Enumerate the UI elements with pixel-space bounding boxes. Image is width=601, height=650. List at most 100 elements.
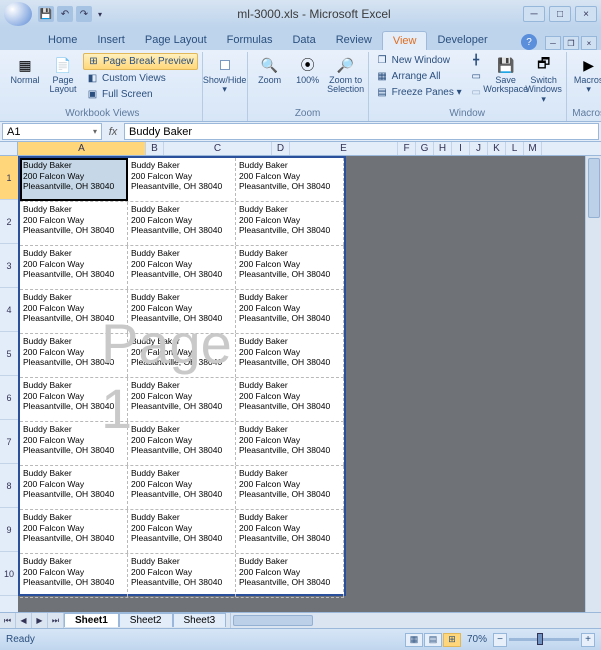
cell-E7[interactable]: Buddy Baker200 Falcon WayPleasantville, … (236, 422, 344, 465)
vertical-scrollbar-thumb[interactable] (588, 158, 600, 218)
workbook-close-button[interactable]: × (581, 36, 597, 50)
tab-insert[interactable]: Insert (87, 31, 135, 50)
full-screen-button[interactable]: ▣Full Screen (83, 87, 198, 102)
sheet-nav-next[interactable]: ▶ (32, 613, 48, 628)
sheet-tab-sheet1[interactable]: Sheet1 (64, 613, 119, 627)
page-layout-view-button[interactable]: 📄 Page Layout (45, 53, 81, 97)
row-header-3[interactable]: 3 (0, 244, 18, 288)
cell-C6[interactable]: Buddy Baker200 Falcon WayPleasantville, … (128, 378, 236, 421)
column-header-c[interactable]: C (164, 142, 272, 155)
cell-E1[interactable]: Buddy Baker200 Falcon WayPleasantville, … (236, 158, 344, 201)
formula-bar[interactable]: Buddy Baker (124, 123, 599, 140)
name-box[interactable]: A1 ▾ (2, 123, 102, 140)
sheet-nav-last[interactable]: ⏭ (48, 613, 64, 628)
horizontal-scrollbar[interactable] (230, 613, 601, 628)
cell-E2[interactable]: Buddy Baker200 Falcon WayPleasantville, … (236, 202, 344, 245)
column-header-k[interactable]: K (488, 142, 506, 155)
tab-review[interactable]: Review (326, 31, 382, 50)
row-header-6[interactable]: 6 (0, 376, 18, 420)
help-button[interactable]: ? (521, 34, 537, 50)
cell-C1[interactable]: Buddy Baker200 Falcon WayPleasantville, … (128, 158, 236, 201)
column-header-f[interactable]: F (398, 142, 416, 155)
row-header-10[interactable]: 10 (0, 552, 18, 596)
zoom-percent-label[interactable]: 70% (467, 634, 487, 645)
show-hide-button[interactable]: Show/Hide▾ (207, 53, 243, 97)
select-all-corner[interactable] (0, 142, 18, 156)
cell-A4[interactable]: Buddy Baker200 Falcon WayPleasantville, … (20, 290, 128, 333)
normal-view-button[interactable]: ▦ Normal (7, 53, 43, 87)
cell-A9[interactable]: Buddy Baker200 Falcon WayPleasantville, … (20, 510, 128, 553)
horizontal-scrollbar-thumb[interactable] (233, 615, 313, 626)
row-header-4[interactable]: 4 (0, 288, 18, 332)
cell-E9[interactable]: Buddy Baker200 Falcon WayPleasantville, … (236, 510, 344, 553)
cell-E6[interactable]: Buddy Baker200 Falcon WayPleasantville, … (236, 378, 344, 421)
tab-view[interactable]: View (382, 31, 428, 50)
cell-C4[interactable]: Buddy Baker200 Falcon WayPleasantville, … (128, 290, 236, 333)
page-break-preview-button[interactable]: ⊞Page Break Preview (83, 53, 198, 70)
cell-E3[interactable]: Buddy Baker200 Falcon WayPleasantville, … (236, 246, 344, 289)
cell-A10[interactable]: Buddy Baker200 Falcon WayPleasantville, … (20, 554, 128, 597)
column-header-b[interactable]: B (146, 142, 164, 155)
zoom-slider-thumb[interactable] (537, 633, 543, 645)
cell-A6[interactable]: Buddy Baker200 Falcon WayPleasantville, … (20, 378, 128, 421)
cell-E8[interactable]: Buddy Baker200 Falcon WayPleasantville, … (236, 466, 344, 509)
tab-home[interactable]: Home (38, 31, 87, 50)
macros-button[interactable]: ▶Macros▾ (571, 53, 601, 97)
row-header-2[interactable]: 2 (0, 200, 18, 244)
row-header-5[interactable]: 5 (0, 332, 18, 376)
zoom-button[interactable]: 🔍Zoom (252, 53, 288, 87)
cell-A8[interactable]: Buddy Baker200 Falcon WayPleasantville, … (20, 466, 128, 509)
normal-view-shortcut[interactable]: ▦ (405, 633, 423, 647)
cells-area[interactable]: Page 1 Buddy Baker200 Falcon WayPleasant… (18, 156, 601, 612)
workbook-restore-button[interactable]: ❐ (563, 36, 579, 50)
switch-windows-button[interactable]: 🗗Switch Windows ▾ (526, 53, 562, 106)
sheet-nav-prev[interactable]: ◀ (16, 613, 32, 628)
column-header-l[interactable]: L (506, 142, 524, 155)
page-layout-shortcut[interactable]: ▤ (424, 633, 442, 647)
zoom-to-selection-button[interactable]: 🔎Zoom to Selection (328, 53, 364, 97)
workbook-minimize-button[interactable]: ─ (545, 36, 561, 50)
qat-save-button[interactable]: 💾 (38, 6, 54, 22)
tab-data[interactable]: Data (282, 31, 325, 50)
row-header-9[interactable]: 9 (0, 508, 18, 552)
zoom-out-button[interactable]: − (493, 633, 507, 647)
cell-C2[interactable]: Buddy Baker200 Falcon WayPleasantville, … (128, 202, 236, 245)
cell-C9[interactable]: Buddy Baker200 Falcon WayPleasantville, … (128, 510, 236, 553)
tab-developer[interactable]: Developer (427, 31, 497, 50)
split-button[interactable]: ╋ (467, 53, 486, 68)
qat-customize-dropdown[interactable]: ▾ (95, 6, 105, 22)
freeze-panes-button[interactable]: ▤Freeze Panes ▾ (373, 85, 465, 100)
new-window-button[interactable]: ❐New Window (373, 53, 465, 68)
cell-A2[interactable]: Buddy Baker200 Falcon WayPleasantville, … (20, 202, 128, 245)
column-header-a[interactable]: A (18, 142, 146, 155)
column-header-i[interactable]: I (452, 142, 470, 155)
custom-views-button[interactable]: ◧Custom Views (83, 71, 198, 86)
office-button[interactable] (4, 2, 32, 26)
sheet-tab-sheet2[interactable]: Sheet2 (119, 613, 173, 627)
cell-E4[interactable]: Buddy Baker200 Falcon WayPleasantville, … (236, 290, 344, 333)
minimize-button[interactable]: ─ (523, 6, 545, 22)
cell-A1[interactable]: Buddy Baker200 Falcon WayPleasantville, … (20, 158, 128, 201)
cell-A7[interactable]: Buddy Baker200 Falcon WayPleasantville, … (20, 422, 128, 465)
column-header-d[interactable]: D (272, 142, 290, 155)
cell-A3[interactable]: Buddy Baker200 Falcon WayPleasantville, … (20, 246, 128, 289)
tab-page-layout[interactable]: Page Layout (135, 31, 217, 50)
zoom-100-button[interactable]: ⦿100% (290, 53, 326, 87)
zoom-slider-track[interactable] (509, 638, 579, 641)
maximize-button[interactable]: □ (549, 6, 571, 22)
row-header-8[interactable]: 8 (0, 464, 18, 508)
sheet-nav-first[interactable]: ⏮ (0, 613, 16, 628)
insert-function-button[interactable]: fx (104, 122, 122, 141)
qat-redo-button[interactable]: ↷ (76, 6, 92, 22)
row-header-1[interactable]: 1 (0, 156, 18, 200)
arrange-all-button[interactable]: ▦Arrange All (373, 69, 465, 84)
cell-A5[interactable]: Buddy Baker200 Falcon WayPleasantville, … (20, 334, 128, 377)
column-header-h[interactable]: H (434, 142, 452, 155)
save-workspace-button[interactable]: 💾Save Workspace (488, 53, 524, 97)
cell-C5[interactable]: Buddy Baker200 Falcon WayPleasantville, … (128, 334, 236, 377)
cell-C8[interactable]: Buddy Baker200 Falcon WayPleasantville, … (128, 466, 236, 509)
cell-C7[interactable]: Buddy Baker200 Falcon WayPleasantville, … (128, 422, 236, 465)
page-break-shortcut[interactable]: ⊞ (443, 633, 461, 647)
row-header-7[interactable]: 7 (0, 420, 18, 464)
cell-E10[interactable]: Buddy Baker200 Falcon WayPleasantville, … (236, 554, 344, 597)
